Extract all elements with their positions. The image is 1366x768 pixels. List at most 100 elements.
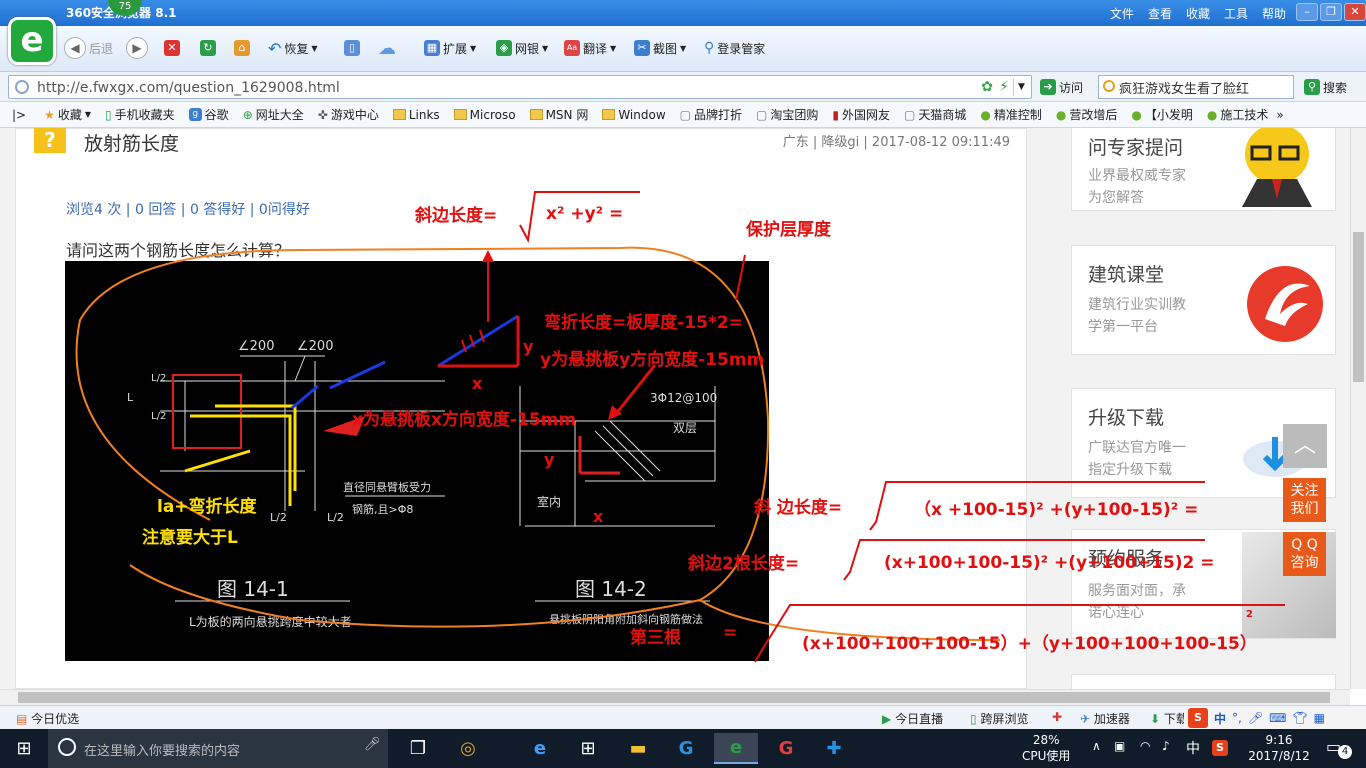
ime-mode[interactable]: 中 (1214, 710, 1226, 727)
toolbox-icon[interactable]: ▦ (1314, 711, 1325, 725)
medical-icon[interactable]: ✚ (1052, 710, 1062, 724)
login-manager-button[interactable]: ⚲ 登录管家 (704, 36, 765, 60)
follow-us-button[interactable]: 关注 我们 (1283, 478, 1326, 522)
back-to-top-button[interactable]: ︿ (1283, 424, 1327, 468)
equals-sign: = (723, 623, 738, 643)
gamepad-icon: ✜ (317, 107, 328, 122)
ime-indicator[interactable]: 中 (1186, 738, 1200, 758)
menu-view[interactable]: 查看 (1148, 5, 1172, 22)
minimize-button[interactable]: – (1296, 3, 1318, 21)
accelerator-button[interactable]: ✈ 加速器 (1080, 710, 1130, 727)
taskbar-app-plus[interactable]: ✚ (812, 733, 856, 764)
fav-item[interactable]: g 谷歌 (183, 106, 235, 123)
keyboard-icon[interactable]: ⌨ (1269, 711, 1286, 725)
horizontal-scrollbar[interactable] (0, 689, 1350, 705)
wifi-icon[interactable]: ◠ (1140, 739, 1150, 753)
fav-item[interactable]: Microso (448, 108, 522, 122)
phone-button[interactable]: ▯ (344, 36, 360, 60)
page-icon: ▢ (756, 107, 768, 122)
action-center-button[interactable]: ▭ 4 (1326, 737, 1352, 759)
url-text[interactable]: http://e.fwxgx.com/question_1629008.html (37, 80, 340, 96)
fav-item[interactable]: Window (596, 108, 671, 122)
fav-item[interactable]: ▢ 淘宝团购 (750, 106, 824, 123)
mic-icon[interactable]: 🎤︎ (364, 737, 381, 752)
fav-item[interactable]: ● 营改增后 (1050, 106, 1124, 123)
refresh-button[interactable]: ↻ (200, 36, 216, 60)
taskbar-store[interactable]: ⊞ (566, 733, 610, 764)
extend-button[interactable]: ▦ 扩展 ▼ (424, 36, 476, 60)
phone-icon: ▯ (105, 107, 112, 122)
punctuation-icon[interactable]: °, (1232, 711, 1242, 725)
sogou-icon[interactable]: S (1188, 708, 1208, 728)
translate-button[interactable]: Aa 翻译 ▼ (564, 36, 616, 60)
tray-app-icon[interactable]: ▣ (1114, 739, 1125, 753)
download-button[interactable]: ⬇ 下载 (1150, 710, 1188, 727)
taskbar-edge[interactable]: e (518, 733, 562, 764)
fav-item[interactable]: ● 施工技术 (1201, 106, 1275, 123)
live-button[interactable]: ▶ 今日直播 (882, 710, 943, 727)
fav-item[interactable]: ● 【小发明 (1125, 106, 1199, 123)
sidebar-toggle-icon[interactable]: |> (12, 108, 26, 122)
today-picks[interactable]: ▤ 今日优选 (16, 710, 79, 727)
lightning-icon[interactable]: ⚡ (999, 79, 1009, 95)
menu-tools[interactable]: 工具 (1224, 5, 1248, 22)
search-button[interactable]: ⚲ 搜索 (1304, 75, 1347, 99)
stop-button[interactable]: ✕ (164, 36, 180, 60)
mic-icon[interactable]: 🎤︎ (1248, 711, 1263, 725)
vertical-scrollbar[interactable] (1350, 128, 1366, 689)
sogou-tray-icon[interactable]: S (1212, 740, 1228, 756)
fav-item[interactable]: ⊕ 网址大全 (237, 106, 310, 123)
screenshot-button[interactable]: ✂ 截图 ▼ (634, 36, 686, 60)
taskbar-search[interactable]: 在这里输入你要搜索的内容 🎤︎ (48, 729, 388, 768)
menu-favorites[interactable]: 收藏 (1186, 5, 1210, 22)
menu-file[interactable]: 文件 (1110, 5, 1134, 22)
more-favorites-icon[interactable]: » (1276, 108, 1283, 122)
scroll-thumb[interactable] (1353, 232, 1364, 382)
live-label: 今日直播 (895, 712, 944, 726)
address-bar[interactable]: http://e.fwxgx.com/question_1629008.html… (8, 75, 1032, 99)
fav-item[interactable]: MSN 网 (524, 106, 595, 123)
search-input[interactable] (1119, 77, 1289, 97)
tray-chevron-icon[interactable]: ∧ (1092, 739, 1101, 753)
fav-item[interactable]: ▮ 外国网友 (826, 106, 896, 123)
fav-item-favorites[interactable]: ★ 收藏 ▼ (38, 106, 97, 123)
menu-help[interactable]: 帮助 (1262, 5, 1286, 22)
fav-item[interactable]: ▯ 手机收藏夹 (99, 106, 181, 123)
fav-item[interactable]: ▢ 天猫商城 (898, 106, 972, 123)
forward-button[interactable]: ▶ (126, 36, 148, 60)
visit-button[interactable]: ➜ 访问 (1040, 75, 1083, 99)
bank-button[interactable]: ◈ 网银 ▼ (496, 36, 548, 60)
fav-item[interactable]: Links (387, 108, 446, 122)
close-button[interactable]: ✕ (1344, 3, 1366, 21)
taskbar-glodon[interactable]: G (664, 733, 708, 764)
qq-consult-button[interactable]: Q Q 咨询 (1283, 532, 1326, 576)
fav-item[interactable]: ▢ 品牌打折 (674, 106, 748, 123)
scroll-thumb[interactable] (18, 692, 1330, 703)
fav-item[interactable]: ✜ 游戏中心 (312, 106, 385, 123)
cpu-meter[interactable]: 28% CPU使用 (1022, 732, 1070, 764)
task-view-button[interactable]: ❐ (396, 733, 440, 764)
maximize-button[interactable]: ❐ (1320, 3, 1342, 21)
card-subtitle: 服务面对面，承 诺心连心 (1088, 583, 1186, 621)
restore-button[interactable]: ↶ 恢复 ▼ (268, 36, 318, 60)
search-box[interactable] (1098, 75, 1294, 99)
taskbar-app[interactable]: ◎ (446, 733, 490, 764)
back-button[interactable]: ◀ 后退 (64, 36, 113, 60)
taskbar-glodon2[interactable]: G (764, 733, 808, 764)
browser-logo[interactable]: e (8, 17, 56, 65)
cloud-button[interactable]: ☁ (378, 36, 396, 60)
volume-icon[interactable]: ♪ (1162, 739, 1170, 753)
key-icon: ⚲ (704, 40, 715, 56)
url-dropdown-icon[interactable]: ▼ (1013, 78, 1029, 96)
cross-screen-button[interactable]: ▯ 跨屏浏览 (970, 710, 1028, 727)
taskbar-explorer[interactable]: ▬ (616, 733, 660, 764)
home-button[interactable]: ⌂ (234, 36, 250, 60)
start-button[interactable]: ⊞ (2, 733, 46, 764)
taskbar-360-browser[interactable]: e (714, 733, 758, 764)
skin-icon[interactable]: 👕︎ (1292, 711, 1307, 725)
sidebar-card-building-class[interactable]: 建筑课堂 建筑行业实训教 学第一平台 (1071, 245, 1336, 355)
fav-item[interactable]: ● 精准控制 (974, 106, 1048, 123)
sidebar-card-ask-expert[interactable]: 问专家提问 业界最权威专家 为您解答 (1071, 128, 1336, 211)
clock[interactable]: 9:16 2017/8/12 (1244, 732, 1314, 764)
question-stats[interactable]: 浏览4 次 | 0 回答 | 0 答得好 | 0问得好 (66, 199, 310, 219)
